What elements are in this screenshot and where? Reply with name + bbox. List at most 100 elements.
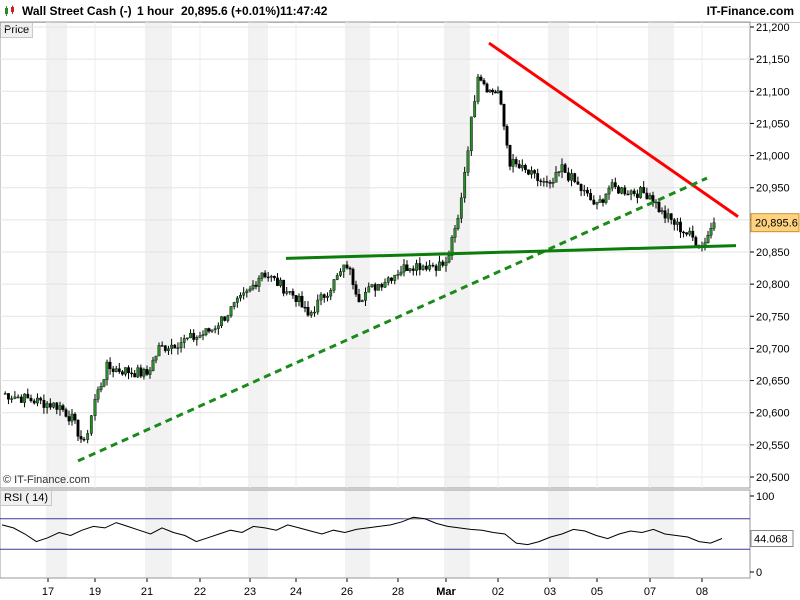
- candle-body: [357, 294, 361, 303]
- candle-body: [360, 300, 364, 303]
- candle-body: [272, 275, 276, 279]
- candle-body: [195, 337, 199, 340]
- candle-body: [130, 372, 134, 375]
- candle-body: [393, 274, 397, 281]
- candle-body: [339, 271, 342, 276]
- candle-body: [23, 393, 26, 403]
- candle-body: [96, 389, 100, 400]
- candle-body: [263, 272, 267, 278]
- day-band: [648, 22, 674, 488]
- candle-body: [694, 237, 698, 246]
- candle-body: [434, 265, 438, 271]
- candle-body: [260, 272, 264, 279]
- candle-body: [514, 159, 518, 165]
- candle-body: [13, 396, 17, 399]
- candle-body: [367, 286, 371, 293]
- candle-body: [10, 398, 14, 400]
- candle-body: [86, 433, 90, 440]
- chart-window: Wall Street Cash (-) 1 hour 20,895.6 (+0…: [0, 0, 800, 600]
- candle-body: [607, 187, 611, 195]
- day-band: [145, 22, 172, 488]
- candle-body: [496, 90, 500, 93]
- candle-body: [45, 403, 49, 408]
- copyright-text: © IT-Finance.com: [3, 474, 90, 486]
- price-tick-label: 20,600: [756, 408, 790, 420]
- candle-body: [26, 393, 30, 399]
- candle-body: [316, 299, 320, 313]
- candle-body: [527, 169, 530, 175]
- candle-body: [326, 295, 329, 298]
- day-band: [46, 22, 67, 488]
- candle-body: [294, 295, 298, 302]
- candle-body: [563, 164, 567, 173]
- candle-body: [192, 333, 196, 340]
- candle-body: [411, 268, 415, 271]
- candle-body: [245, 290, 249, 294]
- candle-body: [309, 312, 313, 316]
- candle-body: [82, 438, 86, 441]
- candle-body: [604, 193, 608, 203]
- candle-body: [329, 290, 333, 297]
- day-band: [444, 490, 470, 578]
- price-tick-label: 21,100: [756, 86, 790, 98]
- candle-body: [601, 199, 605, 203]
- candle-body: [469, 116, 473, 152]
- candle-body: [545, 181, 549, 183]
- candle-body: [345, 264, 349, 269]
- candle-body: [32, 400, 36, 404]
- candle-body: [266, 276, 270, 279]
- price-axis: 20,500 20,550 20,600 20,650 20,700 20,750 20,8…: [750, 22, 800, 484]
- candle-body: [201, 334, 205, 336]
- resistance-trendline[interactable]: [488, 41, 739, 218]
- candle-body: [303, 306, 307, 309]
- candle-body: [282, 279, 286, 294]
- candle-body: [523, 165, 527, 171]
- rsi-panel-tab[interactable]: RSI ( 14): [0, 490, 53, 506]
- candle-body: [679, 221, 682, 233]
- candle-body: [620, 187, 624, 194]
- candle-body: [354, 284, 358, 295]
- candle-body: [709, 228, 713, 236]
- candle-body: [279, 279, 282, 286]
- price-tick-label: 21,050: [756, 118, 790, 130]
- candle-body: [373, 284, 377, 291]
- candle-body: [170, 344, 174, 349]
- candle-body: [479, 76, 483, 81]
- candle-body: [415, 263, 418, 271]
- date-tick-label: 17: [42, 586, 54, 598]
- candle-body: [42, 399, 46, 408]
- candle-body: [239, 295, 242, 299]
- candle-body: [589, 193, 593, 201]
- price-chart[interactable]: 20,500 20,550 20,600 20,650 20,700 20,750 20,8…: [0, 0, 800, 600]
- candle-body: [536, 173, 540, 181]
- candle-body: [533, 170, 537, 174]
- candle-body: [672, 219, 676, 225]
- day-band: [548, 490, 569, 578]
- candle-body: [441, 261, 445, 266]
- candle-body: [626, 193, 630, 196]
- rsi-value-label: 44.068: [754, 534, 788, 546]
- candle-body: [67, 416, 71, 422]
- candle-body: [576, 181, 580, 185]
- candle-body: [685, 232, 689, 235]
- day-band: [248, 22, 268, 488]
- rising-support-trendline[interactable]: [77, 176, 708, 463]
- candle-body: [598, 199, 602, 203]
- candle-body: [229, 306, 233, 316]
- candle-body: [3, 393, 7, 395]
- candle-body: [456, 218, 460, 229]
- candle-body: [654, 201, 658, 204]
- candle-body: [185, 337, 189, 340]
- date-tick-label: Mar: [436, 586, 456, 598]
- candle-body: [105, 361, 109, 380]
- candle-body: [592, 199, 596, 205]
- candle-body: [269, 275, 273, 278]
- candle-body: [117, 368, 121, 372]
- candle-body: [39, 397, 43, 401]
- candle-body: [648, 195, 652, 200]
- candle-body: [539, 180, 543, 183]
- candle-body: [89, 415, 93, 434]
- day-band: [648, 490, 674, 578]
- candle-body: [629, 190, 633, 195]
- price-tick-label: 21,200: [756, 22, 790, 34]
